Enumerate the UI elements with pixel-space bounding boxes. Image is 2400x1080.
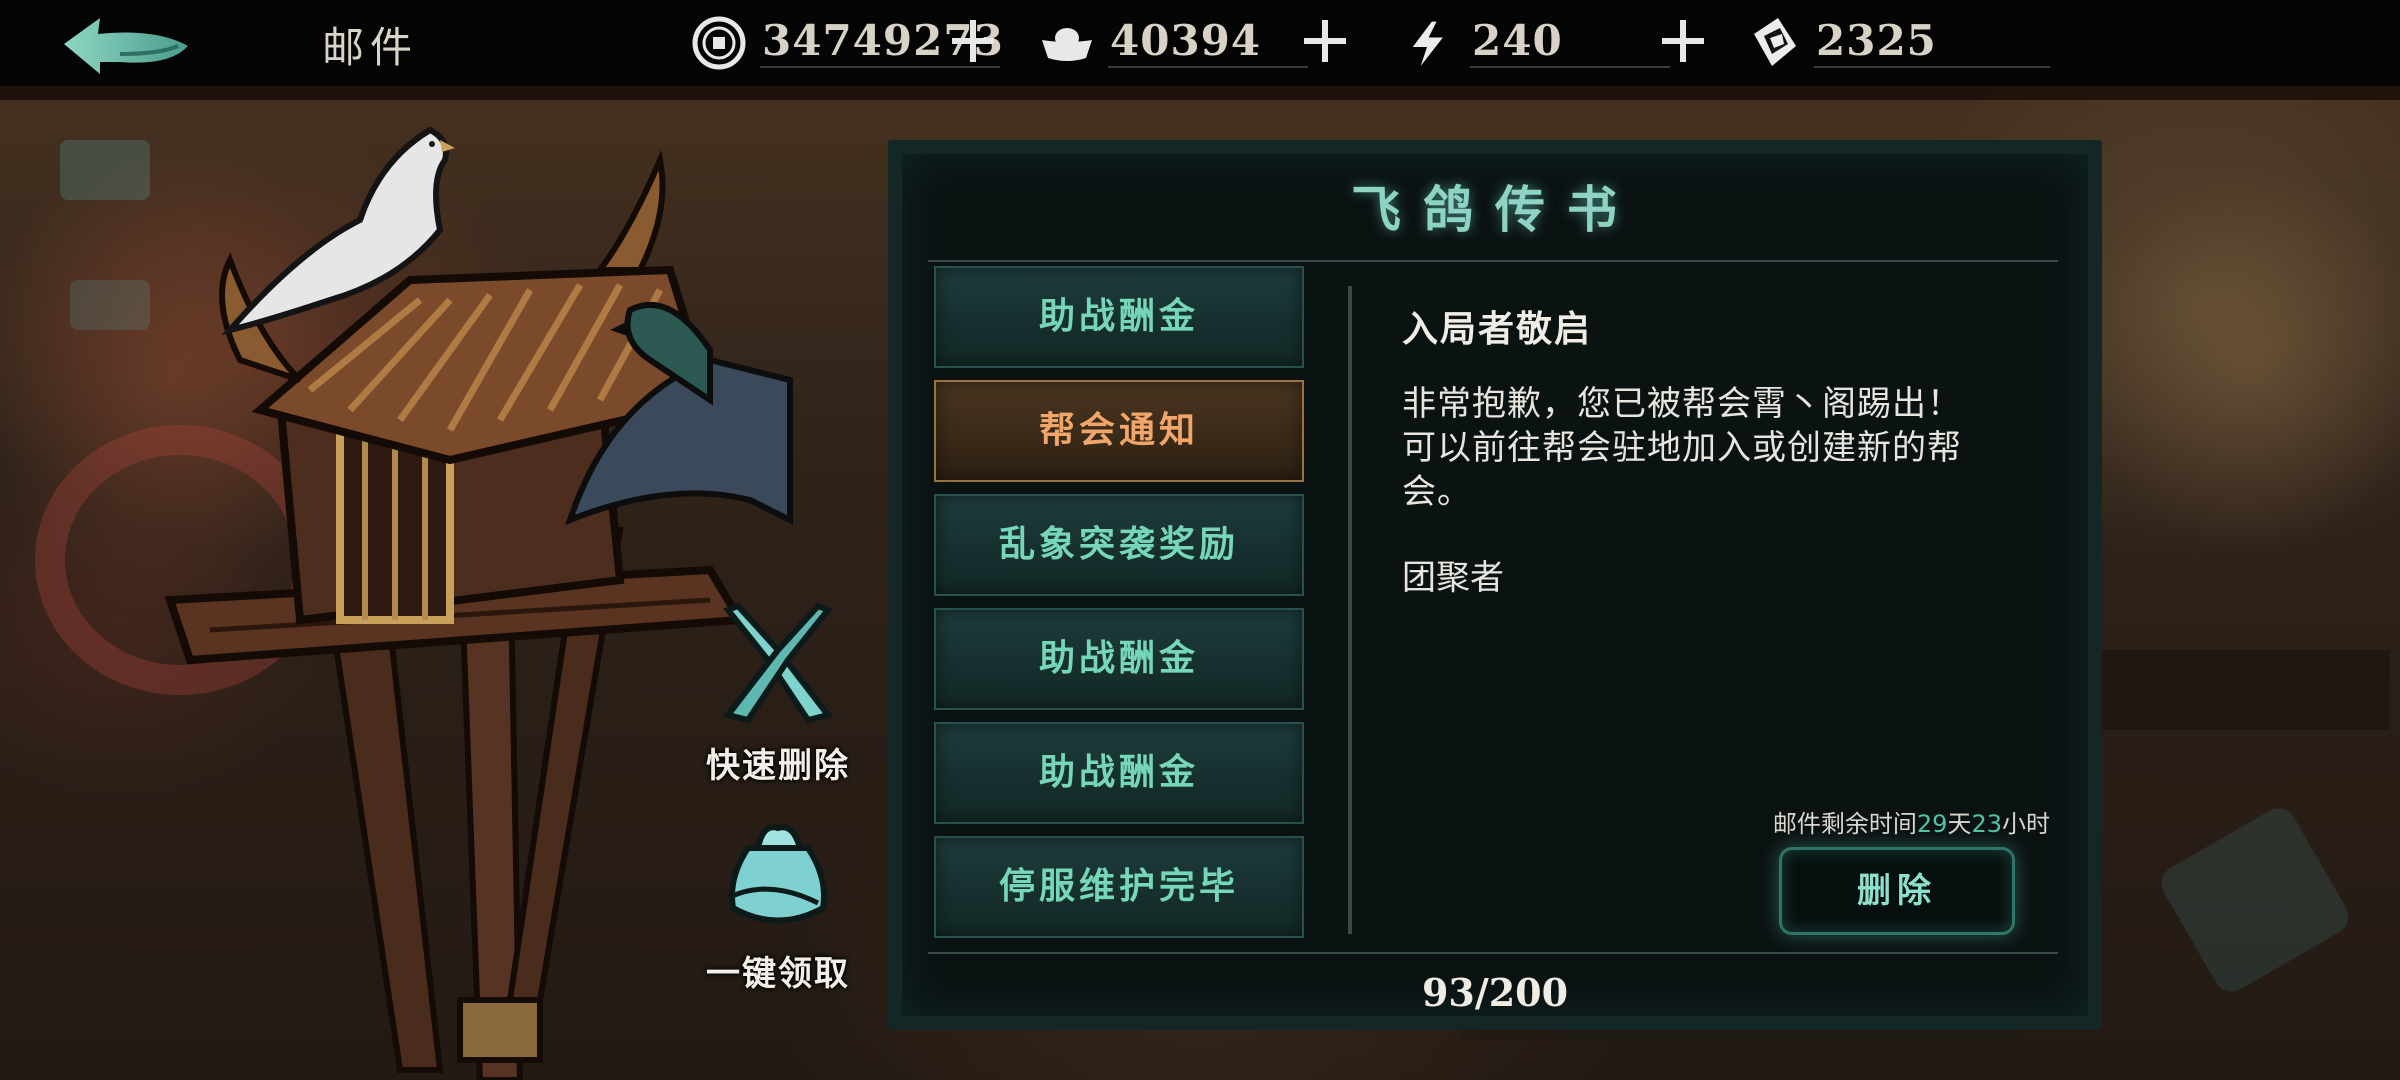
delete-button[interactable]: 删除	[1782, 850, 2012, 932]
ticket-amount: 2325	[1816, 16, 1937, 65]
back-arrow-icon	[64, 18, 188, 74]
panel-divider	[928, 952, 2058, 954]
expiry-hours-unit: 小时	[2002, 810, 2050, 838]
claim-all-label: 一键领取	[706, 954, 850, 994]
claim-all-action[interactable]: 一键领取	[688, 808, 868, 995]
mail-expiry: 邮件剩余时间29天23小时	[1750, 804, 2050, 839]
mail-item-label: 乱象突袭奖励	[998, 524, 1239, 565]
quick-delete-label: 快速删除	[706, 746, 850, 786]
add-silver-ingot-button[interactable]	[1300, 16, 1350, 66]
energy-resource: 240	[1408, 8, 1708, 78]
resource-underline	[1108, 66, 1308, 68]
add-copper-coin-button[interactable]	[948, 16, 998, 66]
delete-button-label: 删除	[1857, 871, 1937, 911]
mail-list-item-selected[interactable]: 帮会通知	[934, 380, 1304, 482]
ticket-resource: 2325	[1744, 8, 2064, 78]
mail-list-item[interactable]: 乱象突袭奖励	[934, 494, 1304, 596]
expiry-hours: 23	[1971, 810, 2002, 838]
copper-coin-icon	[692, 16, 746, 70]
resource-underline	[760, 66, 1000, 68]
panel-divider	[928, 260, 2058, 262]
silver-ingot-resource: 40394	[1038, 8, 1358, 78]
expiry-prefix: 邮件剩余时间	[1772, 810, 1917, 838]
mail-item-label: 助战酬金	[1038, 638, 1199, 679]
quick-delete-action[interactable]: 快速删除	[688, 600, 868, 787]
silver-ingot-amount: 40394	[1110, 16, 1262, 65]
top-bar: 邮件 34749273 40394 240 2325	[0, 0, 2400, 86]
mail-item-label: 停服维护完毕	[998, 866, 1239, 907]
resource-underline	[1470, 66, 1670, 68]
crossed-blades-icon	[722, 602, 834, 724]
lightning-energy-icon	[1412, 21, 1443, 67]
page-title: 邮件	[322, 23, 419, 72]
mail-count: 93/200	[1421, 970, 1569, 1015]
mail-list-item[interactable]: 停服维护完毕	[934, 836, 1304, 938]
mail-item-label: 帮会通知	[1038, 410, 1199, 451]
mail-item-label: 助战酬金	[1038, 752, 1199, 793]
ticket-voucher-icon	[1754, 18, 1796, 66]
back-button[interactable]	[60, 14, 196, 78]
loot-bag-icon	[726, 824, 827, 924]
mail-list-item[interactable]: 助战酬金	[934, 722, 1304, 824]
mail-item-label: 助战酬金	[1038, 296, 1199, 337]
resource-underline	[1814, 66, 2050, 68]
add-energy-button[interactable]	[1658, 16, 1708, 66]
list-divider	[1348, 286, 1352, 934]
energy-amount: 240	[1472, 16, 1563, 65]
mail-body: 非常抱歉，您已被帮会霄丶阁踢出！ 可以前往帮会驻地加入或创建新的帮 会。	[1402, 384, 1962, 512]
mail-list-item[interactable]: 助战酬金	[934, 608, 1304, 710]
mail-panel: 飞鸽传书 助战酬金 帮会通知 乱象突袭奖励 助战酬金 助战酬金 停服维护完毕 入…	[888, 140, 2102, 1030]
mail-heading: 入局者敬启	[1402, 309, 1593, 350]
silver-ingot-icon	[1042, 28, 1092, 61]
mail-signature: 团聚者	[1402, 558, 1504, 598]
panel-title: 飞鸽传书	[1351, 181, 1639, 239]
expiry-days-unit: 天	[1947, 810, 1972, 838]
copper-coin-resource: 34749273	[690, 8, 1010, 78]
mail-list: 助战酬金 帮会通知 乱象突袭奖励 助战酬金 助战酬金 停服维护完毕	[934, 266, 1308, 950]
mail-content: 入局者敬启 非常抱歉，您已被帮会霄丶阁踢出！ 可以前往帮会驻地加入或创建新的帮 …	[1402, 300, 2042, 599]
expiry-days: 29	[1916, 810, 1948, 838]
mail-list-item[interactable]: 助战酬金	[934, 266, 1304, 368]
